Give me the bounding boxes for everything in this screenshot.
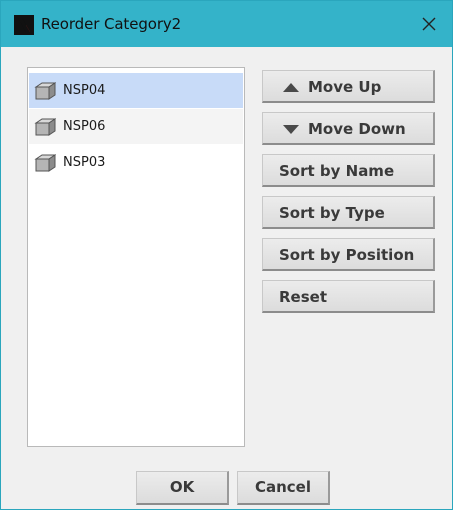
list-item[interactable]: NSP03 — [29, 145, 243, 180]
reset-label: Reset — [279, 288, 327, 306]
move-up-button[interactable]: Move Up — [262, 70, 435, 103]
move-down-label: Move Down — [308, 120, 406, 138]
cube-icon — [34, 154, 56, 172]
cancel-button[interactable]: Cancel — [237, 471, 330, 505]
title-bar[interactable]: Reorder Category2 — [1, 1, 452, 47]
list-item-label: NSP06 — [63, 119, 106, 134]
window-title: Reorder Category2 — [41, 15, 182, 33]
move-up-label: Move Up — [308, 78, 382, 96]
sort-by-type-label: Sort by Type — [279, 204, 385, 222]
close-button[interactable] — [406, 1, 452, 47]
sort-by-type-button[interactable]: Sort by Type — [262, 196, 435, 229]
move-down-button[interactable]: Move Down — [262, 112, 435, 145]
triangle-down-icon — [283, 125, 299, 134]
list-item-label: NSP04 — [63, 83, 106, 98]
list-item[interactable]: NSP04 — [29, 73, 243, 108]
cube-icon — [34, 82, 56, 100]
list-item[interactable]: NSP06 — [29, 109, 243, 144]
ok-button[interactable]: OK — [136, 471, 229, 505]
category-list[interactable]: NSP04 NSP06 NSP03 — [27, 67, 245, 447]
sort-by-position-button[interactable]: Sort by Position — [262, 238, 435, 271]
sort-by-name-label: Sort by Name — [279, 162, 395, 180]
app-logo-icon — [14, 15, 34, 35]
reset-button[interactable]: Reset — [262, 280, 435, 313]
triangle-up-icon — [283, 83, 299, 92]
reorder-category-dialog: Reorder Category2 NSP04 NSP06 NSP03 Move… — [0, 0, 453, 510]
list-item-label: NSP03 — [63, 155, 106, 170]
sort-by-name-button[interactable]: Sort by Name — [262, 154, 435, 187]
cube-icon — [34, 118, 56, 136]
sort-by-position-label: Sort by Position — [279, 246, 415, 264]
close-icon — [422, 17, 436, 31]
